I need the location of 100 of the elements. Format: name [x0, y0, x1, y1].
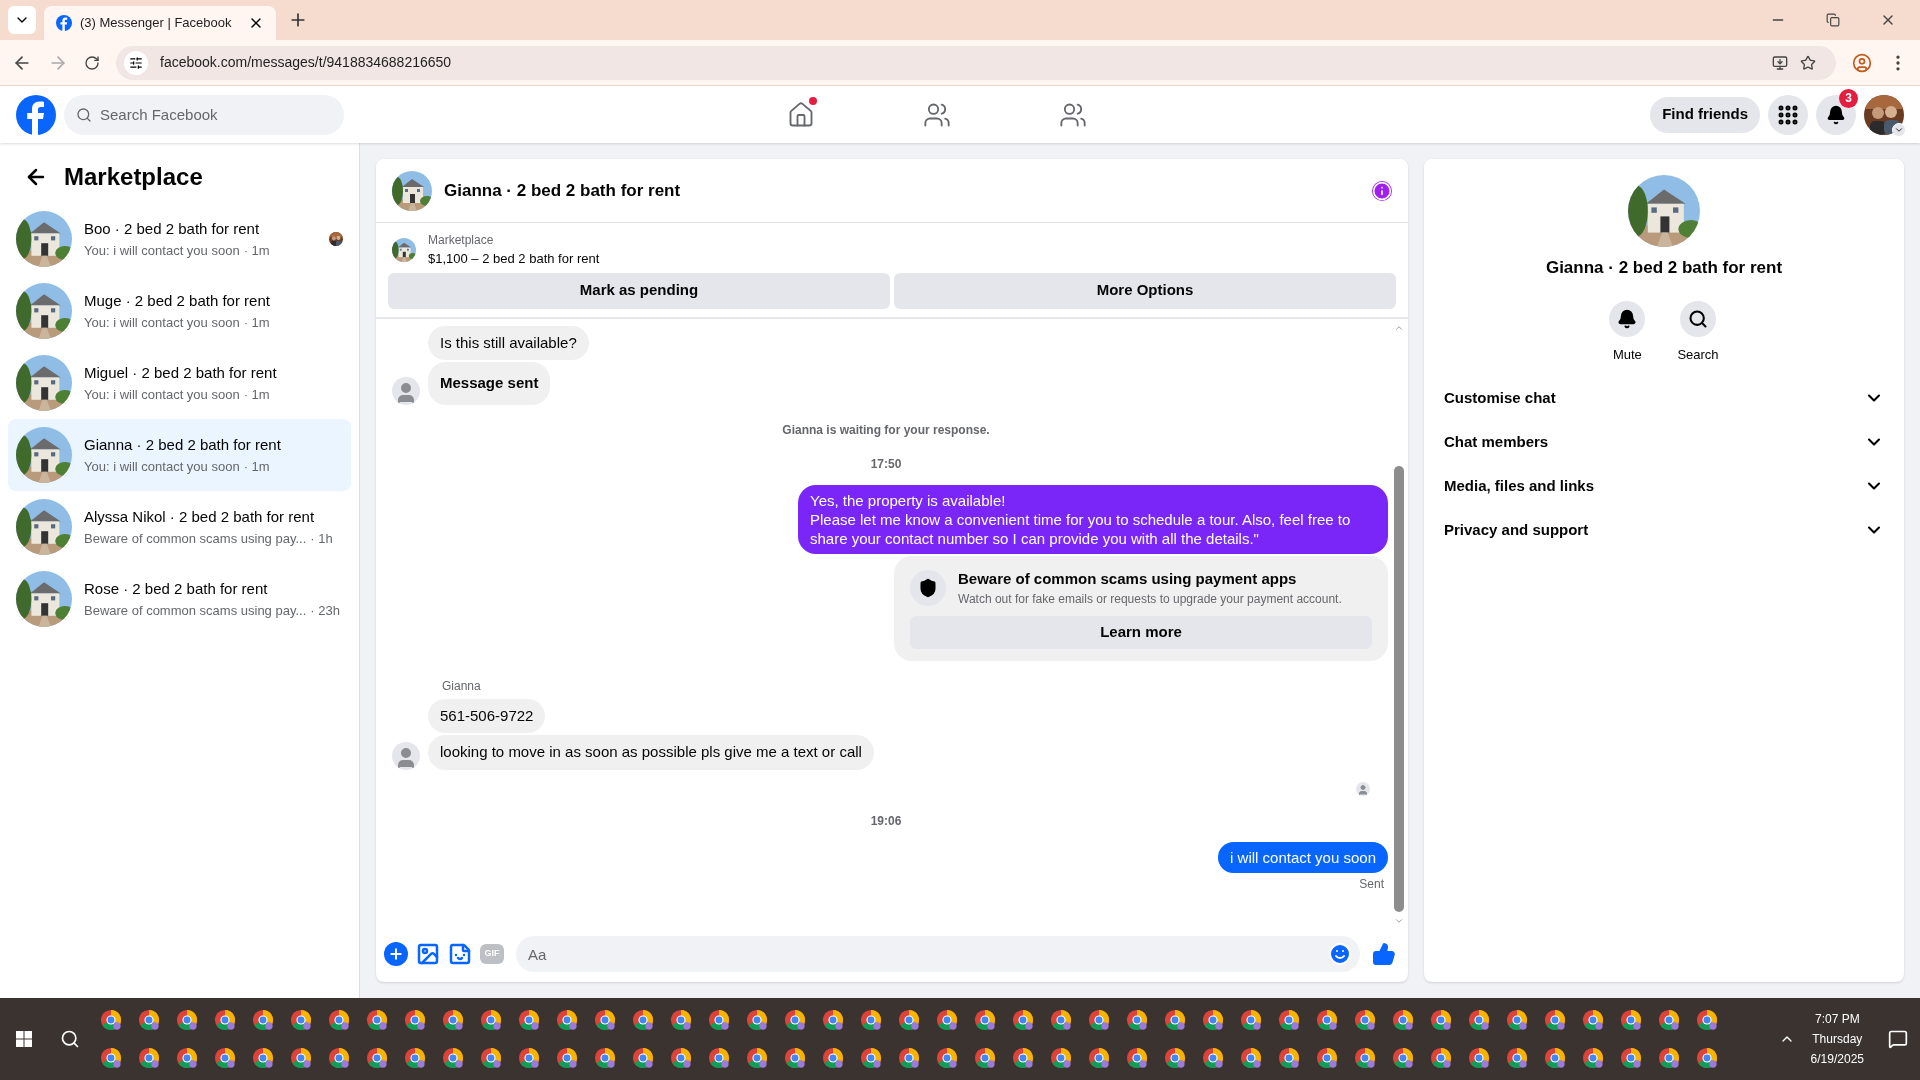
conversation-item[interactable]: Rose · 2 bed 2 bath for rent Beware of common scams using pay... · 23h	[8, 563, 351, 635]
browser-icon[interactable]	[1544, 1009, 1566, 1031]
browser-icon[interactable]	[366, 1047, 388, 1069]
browser-icon[interactable]	[480, 1009, 502, 1031]
browser-icon[interactable]	[708, 1009, 730, 1031]
browser-icon[interactable]	[1506, 1047, 1528, 1069]
browser-icon[interactable]	[556, 1009, 578, 1031]
find-friends-button[interactable]: Find friends	[1650, 96, 1760, 133]
profile-icon[interactable]	[1852, 52, 1872, 73]
browser-icon[interactable]	[898, 1047, 920, 1069]
browser-icon[interactable]	[974, 1047, 996, 1069]
browser-icon[interactable]	[1658, 1009, 1680, 1031]
browser-icon[interactable]	[328, 1047, 350, 1069]
browser-icon[interactable]	[1430, 1047, 1452, 1069]
restore-icon[interactable]	[1826, 13, 1840, 27]
browser-icon[interactable]	[1278, 1047, 1300, 1069]
listing-action-button[interactable]: Mark as pending	[388, 272, 890, 309]
browser-icon[interactable]	[442, 1047, 464, 1069]
browser-icon[interactable]	[1278, 1009, 1300, 1031]
details-section[interactable]: Privacy and support	[1440, 508, 1888, 552]
search-button[interactable]	[1680, 300, 1716, 337]
browser-icon[interactable]	[1012, 1047, 1034, 1069]
browser-icon[interactable]	[1392, 1047, 1414, 1069]
browser-icon[interactable]	[1658, 1047, 1680, 1069]
browser-icon[interactable]	[366, 1009, 388, 1031]
conversation-item[interactable]: Boo · 2 bed 2 bath for rent You: i will contact you soon · 1m	[8, 203, 351, 275]
browser-icon[interactable]	[518, 1047, 540, 1069]
browser-icon[interactable]	[1050, 1009, 1072, 1031]
search-icon[interactable]	[60, 1029, 80, 1049]
browser-tab[interactable]: (3) Messenger | Facebook	[44, 6, 276, 40]
browser-icon[interactable]	[442, 1009, 464, 1031]
browser-icon[interactable]	[822, 1047, 844, 1069]
browser-icon[interactable]	[404, 1009, 426, 1031]
conversation-item[interactable]: Alyssa Nikol · 2 bed 2 bath for rent Beware of common scams using pay... · 1h	[8, 491, 351, 563]
browser-icon[interactable]	[1620, 1009, 1642, 1031]
browser-icon[interactable]	[1430, 1009, 1452, 1031]
browser-icon[interactable]	[1126, 1009, 1148, 1031]
browser-icon[interactable]	[556, 1047, 578, 1069]
browser-icon[interactable]	[822, 1009, 844, 1031]
search-field[interactable]: Search Facebook	[64, 94, 344, 135]
browser-icon[interactable]	[936, 1009, 958, 1031]
browser-icon[interactable]	[632, 1009, 654, 1031]
browser-icon[interactable]	[1240, 1009, 1262, 1031]
browser-icon[interactable]	[1392, 1009, 1414, 1031]
conversation-item[interactable]: Gianna · 2 bed 2 bath for rent You: i will contact you soon · 1m	[8, 419, 351, 491]
browser-icon[interactable]	[404, 1047, 426, 1069]
menu-button[interactable]	[1768, 94, 1808, 135]
browser-icon[interactable]	[784, 1047, 806, 1069]
browser-icon[interactable]	[1354, 1009, 1376, 1031]
browser-icon[interactable]	[1202, 1047, 1224, 1069]
browser-icon[interactable]	[746, 1009, 768, 1031]
site-settings-icon[interactable]	[129, 55, 143, 70]
browser-icon[interactable]	[1240, 1047, 1262, 1069]
browser-icon[interactable]	[1506, 1009, 1528, 1031]
browser-icon[interactable]	[176, 1009, 198, 1031]
browser-icon[interactable]	[1582, 1009, 1604, 1031]
browser-icon[interactable]	[138, 1009, 160, 1031]
browser-icon[interactable]	[328, 1009, 350, 1031]
browser-icon[interactable]	[1088, 1047, 1110, 1069]
install-icon[interactable]	[1772, 54, 1788, 71]
browser-icon[interactable]	[594, 1047, 616, 1069]
sticker-icon[interactable]	[448, 942, 472, 966]
browser-icon[interactable]	[290, 1009, 312, 1031]
browser-icon[interactable]	[518, 1009, 540, 1031]
browser-icon[interactable]	[1316, 1047, 1338, 1069]
add-icon[interactable]	[384, 942, 408, 966]
browser-icon[interactable]	[898, 1009, 920, 1031]
browser-icon[interactable]	[1696, 1009, 1718, 1031]
browser-icon[interactable]	[708, 1047, 730, 1069]
browser-icon[interactable]	[670, 1047, 692, 1069]
browser-icon[interactable]	[936, 1047, 958, 1069]
browser-icon[interactable]	[100, 1009, 122, 1031]
browser-icon[interactable]	[1126, 1047, 1148, 1069]
details-section[interactable]: Chat members	[1440, 420, 1888, 464]
browser-icon[interactable]	[1164, 1047, 1186, 1069]
browser-icon[interactable]	[1468, 1009, 1490, 1031]
browser-icon[interactable]	[480, 1047, 502, 1069]
browser-icon[interactable]	[1164, 1009, 1186, 1031]
browser-icon[interactable]	[214, 1047, 236, 1069]
notification-center-icon[interactable]	[1888, 1029, 1908, 1049]
conversation-item[interactable]: Muge · 2 bed 2 bath for rent You: i will contact you soon · 1m	[8, 275, 351, 347]
browser-icon[interactable]	[1582, 1047, 1604, 1069]
browser-icon[interactable]	[860, 1009, 882, 1031]
browser-icon[interactable]	[1202, 1009, 1224, 1031]
browser-icon[interactable]	[1544, 1047, 1566, 1069]
message-input[interactable]: Aa	[516, 936, 1360, 972]
browser-icon[interactable]	[1088, 1009, 1110, 1031]
browser-icon[interactable]	[290, 1047, 312, 1069]
like-icon[interactable]	[1372, 942, 1396, 966]
browser-icon[interactable]	[176, 1047, 198, 1069]
address-bar[interactable]: facebook.com/messages/t/9418834688216650	[116, 45, 1836, 80]
image-icon[interactable]	[416, 942, 440, 966]
mute-button[interactable]	[1609, 300, 1646, 337]
browser-icon[interactable]	[252, 1047, 274, 1069]
browser-icon[interactable]	[1012, 1009, 1034, 1031]
tab-list-button[interactable]	[8, 6, 36, 34]
browser-icon[interactable]	[1316, 1009, 1338, 1031]
browser-icon[interactable]	[974, 1009, 996, 1031]
info-icon[interactable]	[1372, 180, 1392, 201]
facebook-logo[interactable]	[16, 94, 56, 135]
